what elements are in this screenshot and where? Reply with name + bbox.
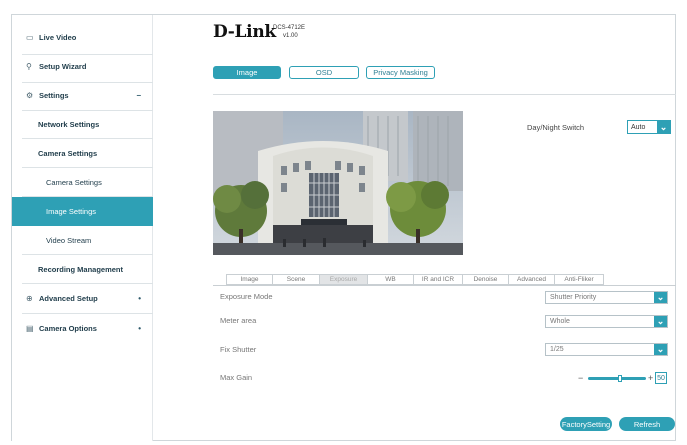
sidebar-item-camera-options[interactable]: ▤ Camera Options •	[12, 320, 153, 336]
list-icon: ▤	[26, 323, 34, 333]
meter-area-label: Meter area	[220, 316, 257, 325]
subtab-wb[interactable]: WB	[368, 275, 414, 284]
fix-shutter-select[interactable]: 1/25 ⌄	[545, 343, 668, 356]
max-gain-slider: − + 50	[578, 371, 670, 385]
fix-shutter-value: 1/25	[550, 346, 564, 353]
sidebar-item-label: Setup Wizard	[39, 61, 87, 71]
sidebar-subitem-video-stream[interactable]: Video Stream	[12, 229, 153, 251]
divider	[22, 82, 153, 83]
sidebar-item-recording-management[interactable]: Recording Management	[12, 258, 153, 280]
sidebar-item-network-settings[interactable]: Network Settings	[12, 113, 153, 135]
subtab-denoise[interactable]: Denoise	[463, 275, 509, 284]
chevron-down-icon: ⌄	[654, 292, 667, 303]
day-night-select[interactable]: Auto ⌄	[627, 120, 671, 134]
subtab-anti-flicker[interactable]: Anti-Fliker	[555, 275, 603, 284]
subtab-exposure[interactable]: Exposure	[320, 275, 368, 284]
sidebar-item-settings[interactable]: ⚙ Settings −	[12, 87, 153, 103]
divider	[22, 254, 153, 255]
exposure-mode-select[interactable]: Shutter Priority ⌄	[545, 291, 668, 304]
sidebar-item-label: Live Video	[39, 32, 77, 42]
sub-tab-divider	[213, 285, 676, 286]
exposure-mode-value: Shutter Priority	[550, 294, 597, 301]
sidebar: ▭ Live Video ⚲ Setup Wizard ⚙ Settings −…	[12, 15, 153, 441]
divider	[22, 283, 153, 284]
divider	[22, 167, 153, 168]
sidebar-subitem-image-settings[interactable]: Image Settings	[12, 197, 153, 226]
sub-tab-bar: Image Scene Exposure WB IR and ICR Denoi…	[226, 274, 604, 285]
divider	[22, 54, 153, 55]
sidebar-item-live-video[interactable]: ▭ Live Video	[12, 29, 153, 45]
refresh-button[interactable]: Refresh	[619, 417, 675, 431]
lock-icon: ⊕	[26, 293, 33, 303]
wand-icon: ⚲	[26, 61, 32, 71]
max-gain-label: Max Gain	[220, 373, 253, 382]
divider	[22, 313, 153, 314]
divider	[22, 138, 153, 139]
day-night-label: Day/Night Switch	[527, 123, 585, 132]
tab-osd[interactable]: OSD	[289, 66, 359, 79]
model-info: DCS-4712E v1.00	[273, 24, 305, 40]
gear-icon: ⚙	[26, 90, 34, 100]
expand-icon: •	[138, 323, 141, 333]
max-gain-value[interactable]: 50	[655, 372, 667, 384]
subtab-advanced[interactable]: Advanced	[509, 275, 555, 284]
chevron-down-icon: ⌄	[657, 121, 670, 133]
firmware-version: v1.00	[283, 33, 298, 39]
expand-icon: •	[138, 293, 141, 303]
meter-area-value: Whole	[550, 318, 570, 325]
slider-track[interactable]	[588, 374, 646, 382]
video-icon: ▭	[26, 32, 34, 42]
sidebar-subitem-camera-settings[interactable]: Camera Settings	[12, 171, 153, 193]
fix-shutter-label: Fix Shutter	[220, 345, 257, 354]
increase-button[interactable]: +	[648, 373, 655, 383]
subtab-scene[interactable]: Scene	[273, 275, 320, 284]
exposure-mode-label: Exposure Mode	[220, 292, 273, 301]
sidebar-item-advanced-setup[interactable]: ⊕ Advanced Setup •	[12, 290, 153, 306]
subtab-image[interactable]: Image	[227, 275, 273, 284]
slider-handle[interactable]	[618, 374, 622, 382]
sidebar-item-setup-wizard[interactable]: ⚲ Setup Wizard	[12, 58, 153, 74]
sidebar-item-camera-settings[interactable]: Camera Settings	[12, 142, 153, 164]
tab-privacy-masking[interactable]: Privacy Masking	[366, 66, 435, 79]
sidebar-item-label: Settings	[39, 90, 69, 100]
decrease-button[interactable]: −	[578, 373, 586, 383]
day-night-value: Auto	[631, 123, 646, 131]
chevron-down-icon: ⌄	[654, 316, 667, 327]
factory-setting-button[interactable]: FactorySetting	[560, 417, 612, 431]
meter-area-select[interactable]: Whole ⌄	[545, 315, 668, 328]
collapse-icon: −	[136, 90, 141, 100]
header-divider	[213, 94, 676, 95]
dlink-logo: D-Link	[213, 22, 276, 42]
sidebar-item-label: Camera Options	[39, 323, 97, 333]
camera-preview	[213, 111, 463, 255]
chevron-down-icon: ⌄	[654, 344, 667, 355]
divider	[22, 110, 153, 111]
subtab-ir-icr[interactable]: IR and ICR	[414, 275, 463, 284]
tab-image[interactable]: Image	[213, 66, 281, 79]
sidebar-item-label: Advanced Setup	[39, 293, 98, 303]
model-name: DCS-4712E	[273, 25, 306, 31]
